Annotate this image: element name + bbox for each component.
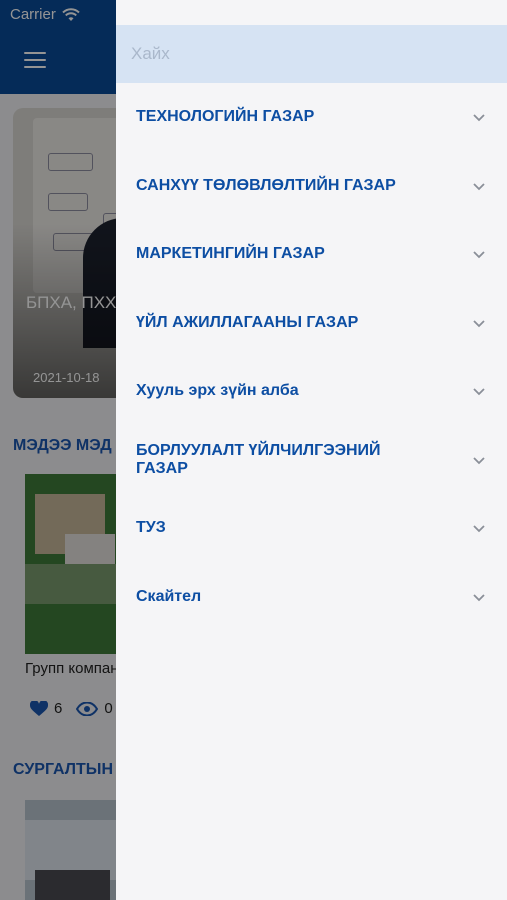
menu-item-sales[interactable]: БОРЛУУЛАЛТ ҮЙЛЧИЛГЭЭНИЙ ГАЗАР bbox=[116, 430, 507, 490]
chevron-down-icon bbox=[473, 320, 485, 328]
chevron-down-icon bbox=[473, 525, 485, 533]
menu-item-skytel[interactable]: Скайтел bbox=[116, 567, 507, 627]
menu-item-legal[interactable]: Хууль эрх зүйн алба bbox=[116, 361, 507, 421]
menu-item-label: САНХҮҮ ТӨЛӨВЛӨЛТИЙН ГАЗАР bbox=[136, 177, 396, 194]
menu-item-technology[interactable]: ТЕХНОЛОГИЙН ГАЗАР bbox=[116, 87, 507, 147]
chevron-down-icon bbox=[473, 594, 485, 602]
menu-item-label: ТУЗ bbox=[136, 519, 166, 536]
menu-item-marketing[interactable]: МАРКЕТИНГИЙН ГАЗАР bbox=[116, 224, 507, 284]
drawer-status-area bbox=[116, 0, 507, 25]
chevron-down-icon bbox=[473, 114, 485, 122]
menu-item-board[interactable]: ТУЗ bbox=[116, 498, 507, 558]
chevron-down-icon bbox=[473, 388, 485, 396]
menu-item-label: Хууль эрх зүйн алба bbox=[136, 382, 299, 399]
menu-item-label: БОРЛУУЛАЛТ ҮЙЛЧИЛГЭЭНИЙ ГАЗАР bbox=[136, 442, 381, 477]
chevron-down-icon bbox=[473, 251, 485, 259]
menu-item-operations[interactable]: ҮЙЛ АЖИЛЛАГААНЫ ГАЗАР bbox=[116, 293, 507, 353]
menu-item-label: ҮЙЛ АЖИЛЛАГААНЫ ГАЗАР bbox=[136, 314, 359, 331]
menu-item-label: ТЕХНОЛОГИЙН ГАЗАР bbox=[136, 108, 315, 125]
chevron-down-icon bbox=[473, 457, 485, 465]
menu-item-label: МАРКЕТИНГИЙН ГАЗАР bbox=[136, 245, 325, 262]
menu-item-label: Скайтел bbox=[136, 588, 202, 605]
search-input[interactable] bbox=[131, 44, 471, 64]
search-bar bbox=[116, 25, 507, 83]
menu-item-finance[interactable]: САНХҮҮ ТӨЛӨВЛӨЛТИЙН ГАЗАР bbox=[116, 156, 507, 216]
chevron-down-icon bbox=[473, 183, 485, 191]
side-drawer: ТЕХНОЛОГИЙН ГАЗАР САНХҮҮ ТӨЛӨВЛӨЛТИЙН ГА… bbox=[116, 0, 507, 900]
